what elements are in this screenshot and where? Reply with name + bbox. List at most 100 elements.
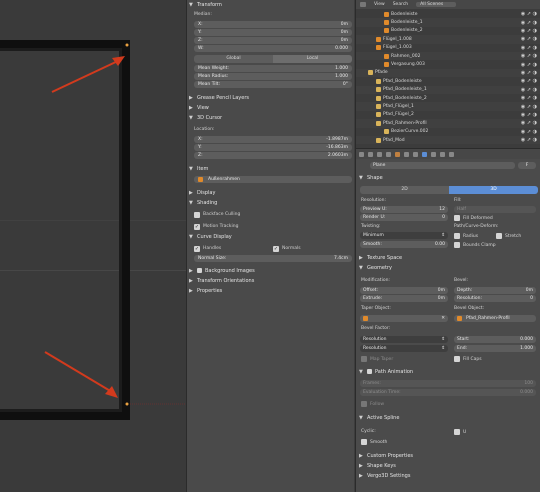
evaluation-time-field[interactable]: Evaluation Time: 0.000 — [360, 389, 536, 396]
taper-object-field[interactable]: ✕ — [360, 315, 448, 322]
3d-button[interactable]: 3D — [449, 186, 538, 194]
panel-shape-header[interactable]: ▼ Shape — [359, 173, 523, 182]
visibility-icons[interactable]: ◉ ➚ ◑ — [521, 87, 537, 93]
normal-size-field[interactable]: Normal Size: 7.4cm — [194, 255, 352, 262]
mean-tilt-field[interactable]: Mean Tilt: 0° — [194, 81, 352, 88]
stretch-checkbox[interactable]: Stretch — [496, 233, 521, 239]
motion-tracking-checkbox[interactable]: ✓ Motion Tracking — [194, 223, 238, 230]
checkbox[interactable] — [197, 268, 202, 273]
panel-item-header[interactable]: ▼ Item — [189, 164, 353, 173]
outliner-row[interactable]: Bodenleiste_2 ◉ ➚ ◑ — [356, 27, 540, 35]
modifiers-icon[interactable] — [413, 151, 418, 157]
normals-checkbox[interactable]: ✓ Normals — [273, 245, 301, 252]
visibility-icons[interactable]: ◉ ➚ ◑ — [521, 36, 537, 42]
radius-checkbox[interactable]: Radius — [454, 233, 478, 239]
bevel-end-field[interactable]: End: 1.000 — [454, 345, 536, 352]
visibility-icons[interactable]: ◉ ➚ ◑ — [521, 137, 537, 143]
outliner-row[interactable]: Pfad_Rahmen-Profil ◉ ➚ ◑ — [356, 119, 540, 128]
outliner-row[interactable]: Pfad_Flügel_1 ◉ ➚ ◑ — [356, 102, 540, 111]
3d-viewport[interactable] — [0, 0, 186, 492]
bevel-start-field[interactable]: Start: 0.000 — [454, 336, 536, 343]
median-y-field[interactable]: Y: 0m — [194, 29, 352, 36]
render-icon[interactable] — [359, 151, 364, 157]
median-x-field[interactable]: X: 0m — [194, 21, 352, 28]
world-icon[interactable] — [386, 151, 391, 157]
visibility-icons[interactable]: ◉ ➚ ◑ — [521, 62, 537, 68]
outliner-row[interactable]: Rahmen_002 ◉ ➚ ◑ — [356, 52, 540, 61]
fill-deformed-checkbox[interactable]: Fill Deformed — [454, 215, 493, 221]
outliner-row[interactable]: Pfad_Bodenleiste_1 ◉ ➚ ◑ — [356, 85, 540, 94]
outliner-row[interactable]: Pfade ◉ ➚ ◑ — [356, 68, 540, 78]
panel-shading-header[interactable]: ▼ Shading — [189, 198, 353, 207]
particles-icon[interactable] — [449, 151, 454, 157]
clear-icon[interactable]: ✕ — [441, 316, 445, 321]
cursor-x-field[interactable]: X: -1.8987m — [194, 136, 352, 143]
preview-u-field[interactable]: Preview U: 12 — [360, 206, 448, 213]
offset-field[interactable]: Offset: 0m — [360, 287, 448, 294]
outliner-row[interactable]: Pfad_Flügel_2 ◉ ➚ ◑ — [356, 111, 540, 119]
outliner-row[interactable]: Pfad_Bodenleiste ◉ ➚ ◑ — [356, 77, 540, 85]
visibility-icons[interactable]: ◉ ➚ ◑ — [521, 45, 537, 51]
twist-mode-dropdown[interactable]: Minimum ⇕ — [360, 232, 448, 239]
outliner-row[interactable]: Bodenleiste ◉ ➚ ◑ — [356, 10, 540, 18]
scene-icon[interactable] — [377, 151, 382, 157]
visibility-icons[interactable]: ◉ ➚ ◑ — [521, 20, 537, 26]
datablock-name-field[interactable]: Plane — [370, 162, 515, 169]
visibility-icons[interactable]: ◉ ➚ ◑ — [521, 70, 537, 76]
object-icon[interactable] — [395, 151, 400, 157]
visibility-icons[interactable]: ◉ ➚ ◑ — [521, 78, 537, 84]
bevel-object-field[interactable]: Pfad_Rahmen-Profil — [454, 315, 536, 322]
cursor-z-field[interactable]: Z: 2.0603m — [194, 152, 352, 159]
visibility-icons[interactable]: ◉ ➚ ◑ — [521, 112, 537, 118]
outliner-row[interactable]: Pfad_Bodenleiste_2 ◉ ➚ ◑ — [356, 94, 540, 102]
fill-caps-checkbox[interactable]: Fill Caps — [454, 356, 482, 362]
display-mode-dropdown[interactable]: All Scenes — [416, 2, 457, 7]
visibility-icons[interactable]: ◉ ➚ ◑ — [521, 53, 537, 59]
frames-field[interactable]: Frames: 100 — [360, 380, 536, 387]
fill-mode-dropdown[interactable]: Half — [454, 206, 536, 213]
material-icon[interactable] — [431, 151, 436, 157]
panel-custom-properties-header[interactable]: ▶ Custom Properties — [359, 451, 523, 460]
smooth-checkbox[interactable]: Smooth — [361, 439, 387, 445]
panel-view-header[interactable]: ▶ View — [189, 103, 353, 112]
median-w-field[interactable]: W: 0.000 — [194, 45, 352, 52]
visibility-icons[interactable]: ◉ ➚ ◑ — [521, 104, 537, 110]
visibility-icons[interactable]: ◉ ➚ ◑ — [521, 28, 537, 34]
editor-type-icon[interactable] — [360, 2, 366, 7]
panel-properties-header[interactable]: ▶ Properties — [189, 286, 353, 295]
depth-field[interactable]: Depth: 0m — [454, 287, 536, 294]
median-z-field[interactable]: Z: 0m — [194, 37, 352, 44]
panel-curve-display-header[interactable]: ▼ Curve Display — [189, 232, 353, 241]
outliner-row[interactable]: Pfad_Mod ◉ ➚ ◑ — [356, 136, 540, 145]
panel-background-header[interactable]: ▶ Background Images — [189, 266, 353, 275]
search-menu[interactable]: Search — [393, 2, 408, 7]
outliner-row[interactable]: Flügel_1.003 ◉ ➚ ◑ — [356, 44, 540, 52]
outliner-row[interactable]: Vergasung.003 ◉ ➚ ◑ — [356, 60, 540, 68]
extrude-field[interactable]: Extrude: 0m — [360, 295, 448, 302]
panel-display-header[interactable]: ▶ Display — [189, 188, 353, 197]
visibility-icons[interactable]: ◉ ➚ ◑ — [521, 11, 537, 17]
panel-cursor-header[interactable]: ▼ 3D Cursor — [189, 113, 353, 122]
panel-geometry-header[interactable]: ▼ Geometry — [359, 263, 523, 272]
local-button[interactable]: Local — [273, 55, 352, 63]
data-icon[interactable] — [422, 151, 427, 157]
backface-culling-checkbox[interactable]: Backface Culling — [194, 211, 240, 218]
cyclic-u-checkbox[interactable]: U — [454, 429, 466, 435]
panel-verge3d-header[interactable]: ▶ Vergo3D Settings — [359, 471, 523, 480]
outliner-row[interactable]: Flügel_1.008 ◉ ➚ ◑ — [356, 35, 540, 44]
outliner-row[interactable]: BezierCurve.002 ◉ ➚ ◑ — [356, 128, 540, 136]
smooth-field[interactable]: Smooth: 0.00 — [360, 241, 448, 248]
global-button[interactable]: Global — [194, 55, 273, 63]
render-u-field[interactable]: Render U: 0 — [360, 214, 448, 221]
visibility-icons[interactable]: ◉ ➚ ◑ — [521, 129, 537, 135]
item-name-field[interactable]: Außenrahmen — [194, 176, 352, 183]
panel-transform-orientations-header[interactable]: ▶ Transform Orientations — [189, 276, 353, 285]
view-menu[interactable]: View — [374, 2, 385, 7]
follow-checkbox[interactable]: Follow — [361, 401, 384, 407]
bounds-clamp-checkbox[interactable]: Bounds Clamp — [454, 242, 496, 248]
panel-active-spline-header[interactable]: ▼ Active Spline — [359, 413, 523, 422]
visibility-icons[interactable]: ◉ ➚ ◑ — [521, 95, 537, 101]
handles-checkbox[interactable]: ✓ Handles — [194, 245, 221, 252]
layers-icon[interactable] — [368, 151, 373, 157]
panel-path-animation-header[interactable]: ▼ Path Animation — [359, 367, 523, 376]
